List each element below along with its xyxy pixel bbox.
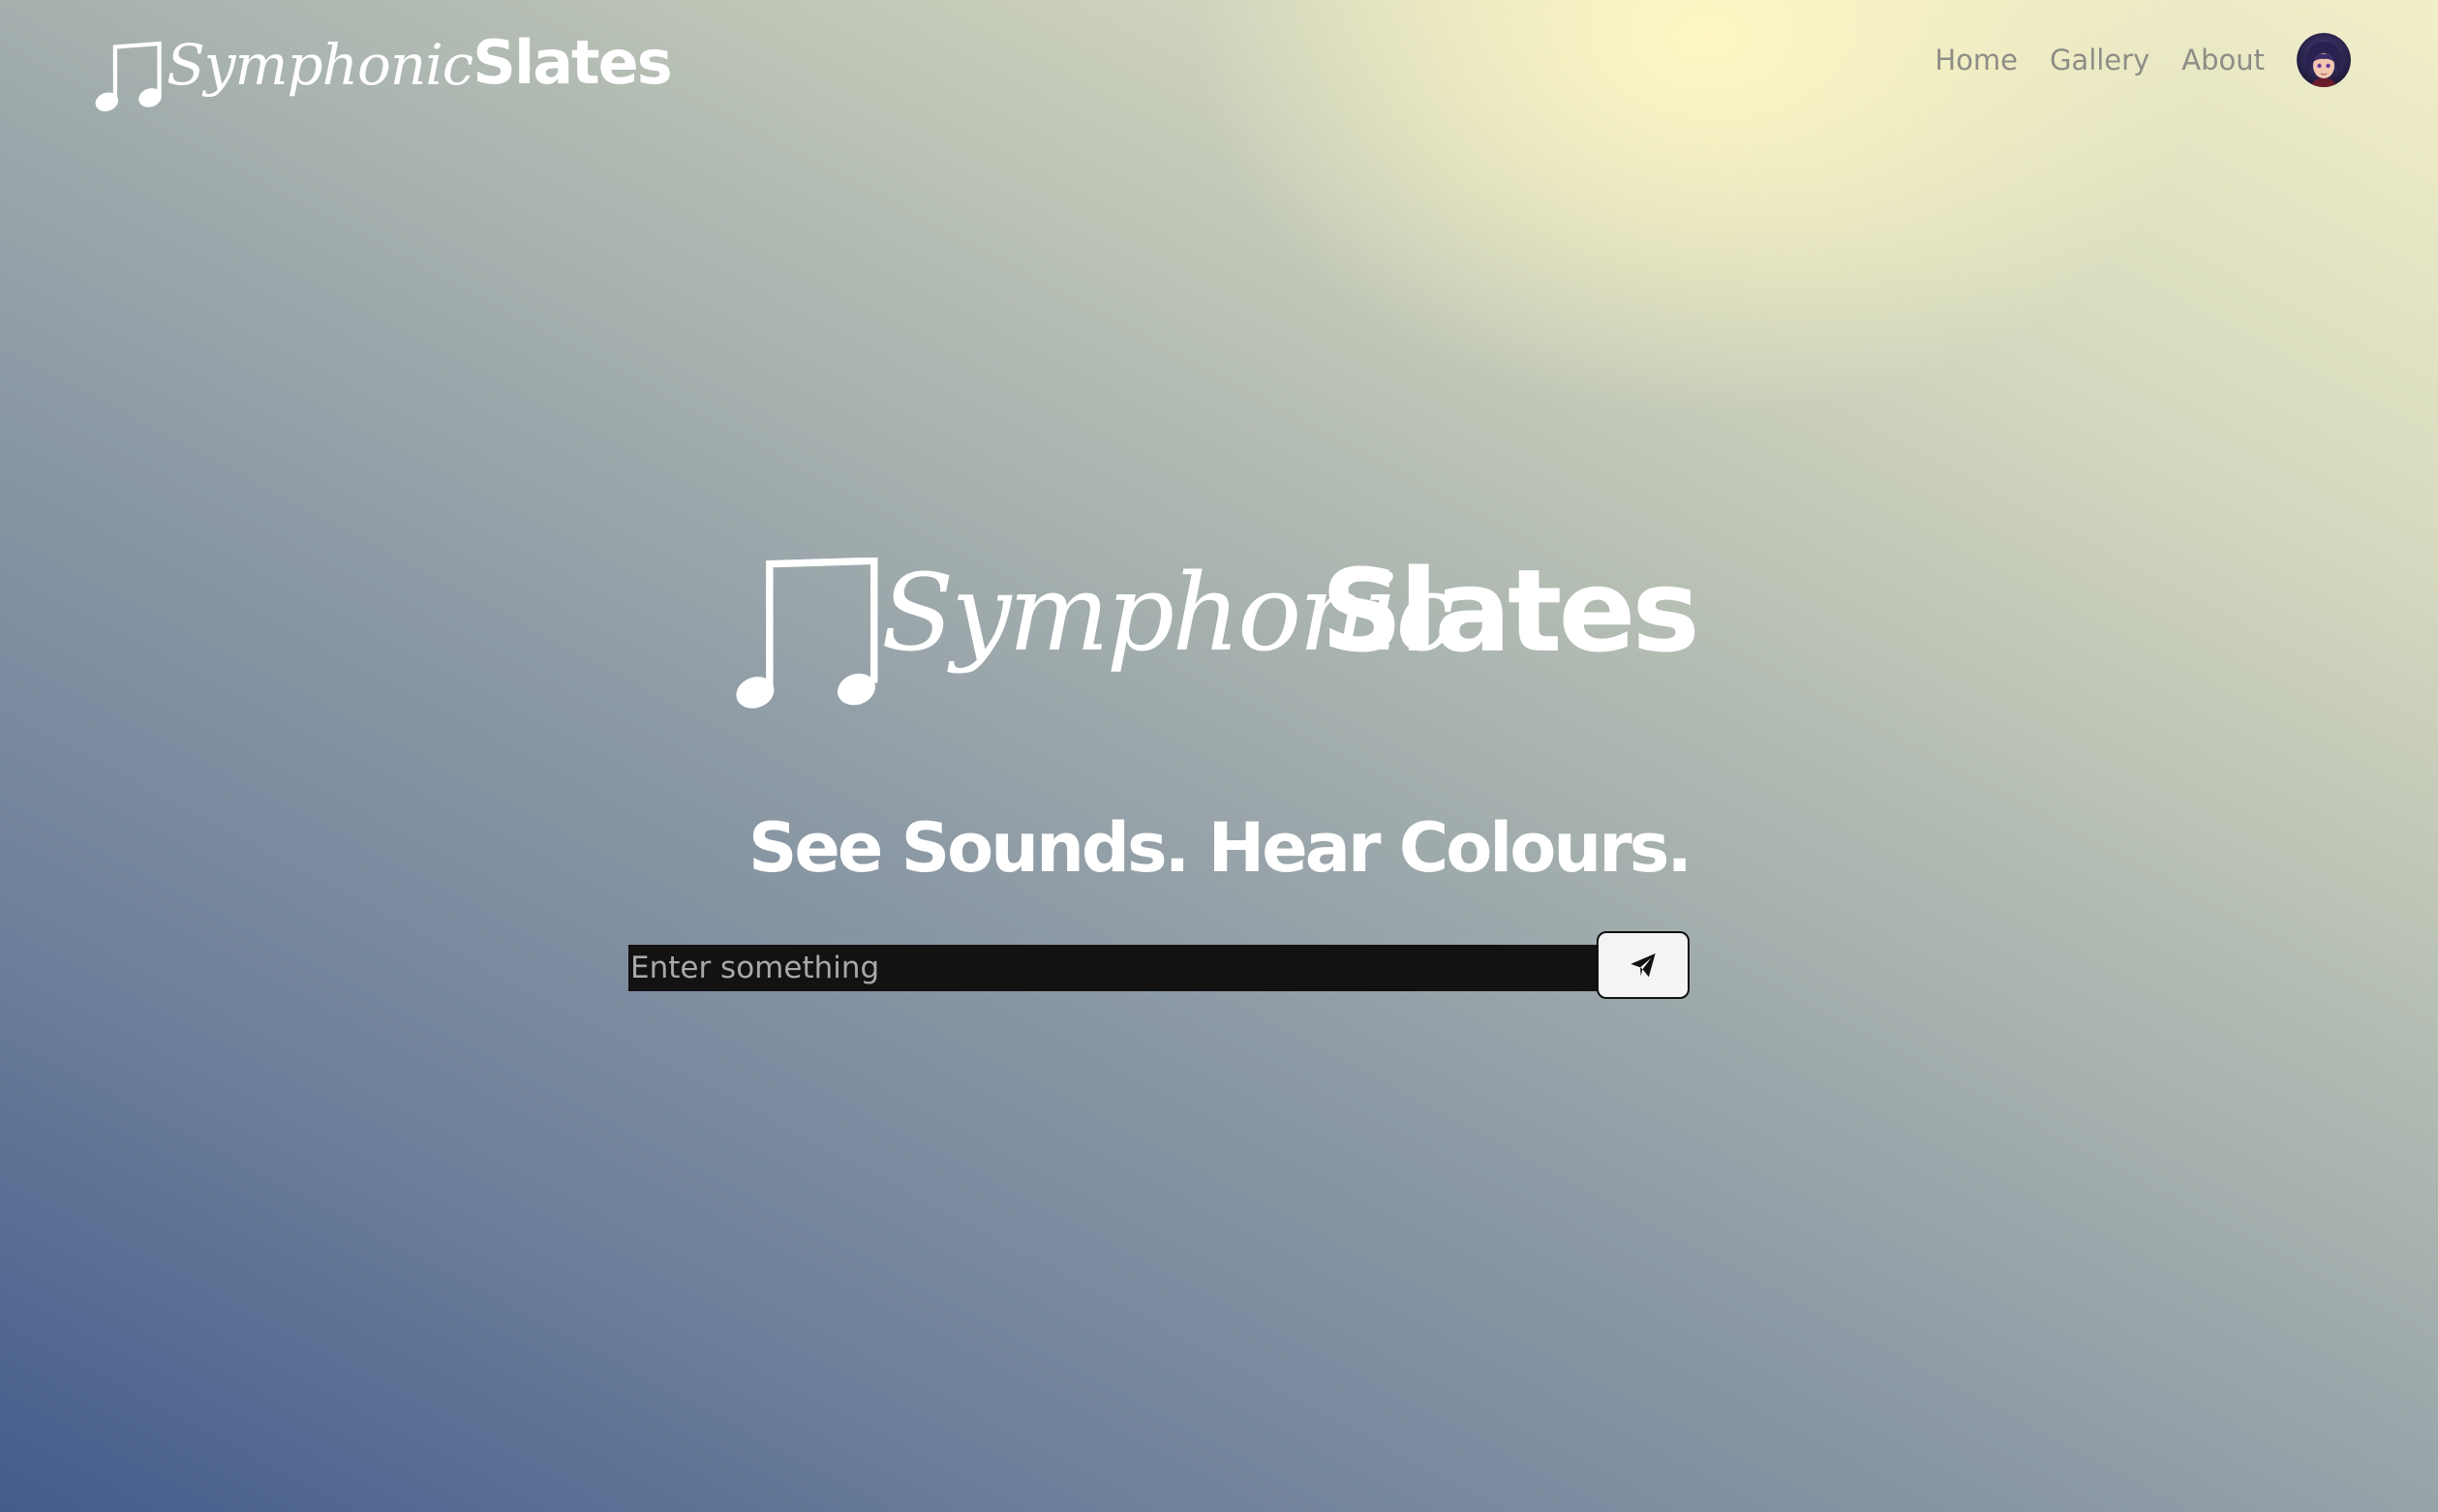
main-nav: Home Gallery About bbox=[1935, 31, 2351, 89]
music-notes-icon bbox=[95, 41, 162, 112]
send-icon bbox=[1630, 953, 1656, 978]
hero-logo: Symphonic Slates bbox=[736, 554, 1704, 718]
header-logo[interactable]: Symphonic Slates bbox=[91, 27, 673, 118]
search-input[interactable] bbox=[628, 945, 1599, 991]
user-avatar-icon[interactable] bbox=[2297, 33, 2351, 87]
nav-gallery-link[interactable]: Gallery bbox=[2050, 44, 2149, 76]
header-logo-script-text: Symphonic bbox=[167, 32, 473, 98]
music-notes-icon bbox=[736, 558, 878, 709]
hero-logo-bold-text: Slates bbox=[1321, 544, 1700, 678]
search-form bbox=[628, 931, 1690, 999]
site-header: Symphonic Slates Home Gallery About bbox=[0, 0, 2438, 136]
nav-home-link[interactable]: Home bbox=[1935, 44, 2018, 76]
send-button[interactable] bbox=[1597, 931, 1690, 999]
header-logo-bold-text: Slates bbox=[472, 27, 672, 98]
nav-about-link[interactable]: About bbox=[2181, 44, 2265, 76]
tagline: See Sounds. Hear Colours. bbox=[748, 808, 1692, 888]
